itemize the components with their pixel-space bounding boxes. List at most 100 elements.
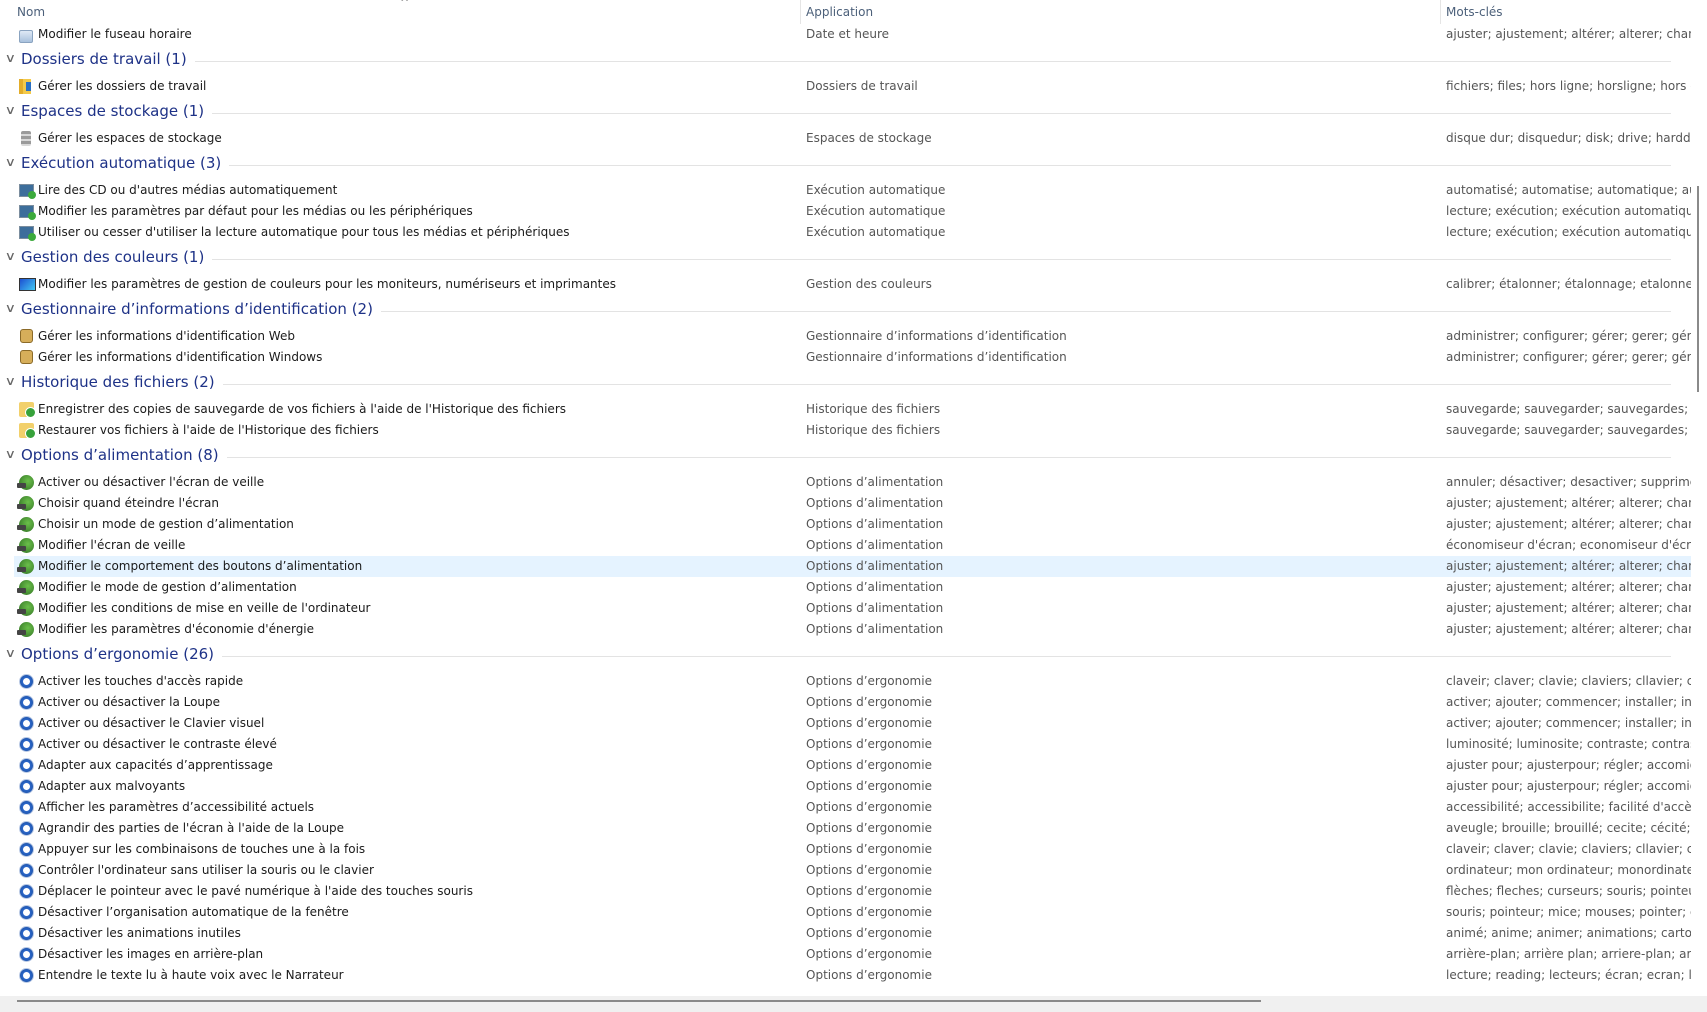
chevron-down-icon[interactable]: ∨ xyxy=(5,447,16,461)
item-keywords: fichiers; files; hors ligne; horsligne; … xyxy=(1446,79,1691,93)
list-item[interactable]: Gérer les informations d'identification … xyxy=(0,347,1691,368)
list-item[interactable]: Gérer les informations d'identification … xyxy=(0,326,1691,347)
list-item[interactable]: Enregistrer des copies de sauvegarde de … xyxy=(0,399,1691,420)
item-name: Restaurer vos fichiers à l'aide de l'His… xyxy=(38,423,379,437)
list-item[interactable]: Appuyer sur les combinaisons de touches … xyxy=(0,839,1691,860)
group-header[interactable]: ∨ Gestion des couleurs (1) xyxy=(0,243,1691,274)
list-item[interactable]: Entendre le texte lu à haute voix avec l… xyxy=(0,965,1691,986)
item-name: Activer ou désactiver le contraste élevé xyxy=(38,737,277,751)
chevron-down-icon[interactable]: ∨ xyxy=(5,374,16,388)
item-keywords: ajuster; ajustement; altérer; alterer; c… xyxy=(1446,496,1691,510)
list-item[interactable]: Adapter aux malvoyants Options d’ergonomi… xyxy=(0,776,1691,797)
list-item[interactable]: Afficher les paramètres d’accessibilité … xyxy=(0,797,1691,818)
item-keywords: arrière-plan; arrière plan; arriere-plan… xyxy=(1446,947,1691,961)
auto-icon xyxy=(19,226,36,241)
list-item[interactable]: Modifier les paramètres par défaut pour … xyxy=(0,201,1691,222)
list-item[interactable]: Agrandir des parties de l'écran à l'aide… xyxy=(0,818,1691,839)
group-header[interactable]: ∨ Gestionnaire d’informations d’identific… xyxy=(0,295,1691,326)
item-keywords: ajuster; ajustement; altérer; alterer; c… xyxy=(1446,580,1691,594)
list-item[interactable]: Choisir un mode de gestion d’alimentatio… xyxy=(0,514,1691,535)
list-item[interactable]: Désactiver les animations inutiles Option… xyxy=(0,923,1691,944)
item-application: Options d’alimentation xyxy=(806,559,944,573)
list-item[interactable]: Désactiver l’organisation automatique de… xyxy=(0,902,1691,923)
item-application: Options d’ergonomie xyxy=(806,947,932,961)
power-icon xyxy=(17,496,34,511)
item-name: Modifier le comportement des boutons d’a… xyxy=(38,559,363,573)
group-header[interactable]: ∨ Exécution automatique (3) xyxy=(0,149,1691,180)
chevron-down-icon[interactable]: ∨ xyxy=(5,51,16,65)
item-keywords: luminosité; luminosite; contraste; contr… xyxy=(1446,737,1691,751)
list-item[interactable]: Activer les touches d'accès rapide Option… xyxy=(0,671,1691,692)
item-keywords: administrer; configurer; gérer; gerer; g… xyxy=(1446,350,1691,364)
item-application: Historique des fichiers xyxy=(806,402,941,416)
item-application: Options d’ergonomie xyxy=(806,863,932,877)
list-item[interactable]: Utiliser ou cesser d'utiliser la lecture… xyxy=(0,222,1691,243)
list-item[interactable]: Modifier l'écran de veille Options d’alim… xyxy=(0,535,1691,556)
list-item[interactable]: Restaurer vos fichiers à l'aide de l'His… xyxy=(0,420,1691,441)
group-divider xyxy=(21,165,1671,166)
group-header[interactable]: ∨ Historique des fichiers (2) xyxy=(0,368,1691,399)
item-name: Gérer les dossiers de travail xyxy=(38,79,207,93)
column-header-application[interactable]: Application xyxy=(806,5,873,19)
group-title: Gestionnaire d’informations d’identifica… xyxy=(21,300,381,318)
list-item[interactable]: Adapter aux capacités d’apprentissage Opt… xyxy=(0,755,1691,776)
item-keywords: ajuster; ajustement; altérer; alterer; c… xyxy=(1446,559,1691,573)
list-item[interactable]: Modifier le fuseau horaire Date et heure a… xyxy=(0,24,1691,45)
column-divider[interactable] xyxy=(800,0,801,24)
list-item[interactable]: Activer ou désactiver le contraste élevé… xyxy=(0,734,1691,755)
item-application: Exécution automatique xyxy=(806,204,946,218)
column-header-name[interactable]: Nom xyxy=(17,5,45,19)
list-item[interactable]: Contrôler l'ordinateur sans utiliser la … xyxy=(0,860,1691,881)
horizontal-scrollbar[interactable] xyxy=(0,996,1707,1012)
item-application: Options d’ergonomie xyxy=(806,758,932,772)
list-item[interactable]: Activer ou désactiver le Clavier visuel O… xyxy=(0,713,1691,734)
chevron-down-icon[interactable]: ∨ xyxy=(5,103,16,117)
list-item[interactable]: Activer ou désactiver l'écran de veille O… xyxy=(0,472,1691,493)
power-icon xyxy=(17,580,34,595)
list-item[interactable]: Choisir quand éteindre l'écran Options d’… xyxy=(0,493,1691,514)
vertical-scrollbar-thumb[interactable] xyxy=(1697,186,1699,392)
list-item[interactable]: Modifier les conditions de mise en veill… xyxy=(0,598,1691,619)
disk-icon xyxy=(21,131,31,146)
list-item[interactable]: Modifier le mode de gestion d’alimentati… xyxy=(0,577,1691,598)
ease-icon xyxy=(19,863,34,878)
item-application: Options d’ergonomie xyxy=(806,800,932,814)
item-name: Entendre le texte lu à haute voix avec l… xyxy=(38,968,344,982)
item-name: Modifier le fuseau horaire xyxy=(38,27,192,41)
column-header-keywords[interactable]: Mots-clés xyxy=(1446,5,1503,19)
group-divider xyxy=(21,384,1671,385)
horizontal-scrollbar-thumb[interactable] xyxy=(17,1000,1261,1002)
list-item[interactable]: Gérer les espaces de stockage Espaces de … xyxy=(0,128,1691,149)
list-item[interactable]: Activer ou désactiver la Loupe Options d’… xyxy=(0,692,1691,713)
list-item[interactable]: Déplacer le pointeur avec le pavé numéri… xyxy=(0,881,1691,902)
group-title: Espaces de stockage (1) xyxy=(21,102,213,120)
vertical-scrollbar[interactable] xyxy=(1691,0,1707,996)
group-header[interactable]: ∨ Espaces de stockage (1) xyxy=(0,97,1691,128)
item-name: Modifier les paramètres de gestion de co… xyxy=(38,277,616,291)
item-application: Options d’ergonomie xyxy=(806,716,932,730)
group-header[interactable]: ∨ Options d’ergonomie (26) xyxy=(0,640,1691,671)
column-divider[interactable] xyxy=(1440,0,1441,24)
item-keywords: lecture; reading; lecteurs; écran; ecran… xyxy=(1446,968,1691,982)
group-header[interactable]: ∨ Options d’alimentation (8) xyxy=(0,441,1691,472)
item-name: Modifier l'écran de veille xyxy=(38,538,186,552)
power-icon xyxy=(17,475,34,490)
chevron-down-icon[interactable]: ∨ xyxy=(5,301,16,315)
item-application: Options d’alimentation xyxy=(806,622,944,636)
list-item[interactable]: Modifier les paramètres d'économie d'éne… xyxy=(0,619,1691,640)
group-header[interactable]: ∨ Dossiers de travail (1) xyxy=(0,45,1691,76)
chevron-down-icon[interactable]: ∨ xyxy=(5,646,16,660)
list-item[interactable]: Modifier les paramètres de gestion de co… xyxy=(0,274,1691,295)
item-application: Options d’ergonomie xyxy=(806,884,932,898)
item-name: Activer les touches d'accès rapide xyxy=(38,674,244,688)
item-application: Options d’ergonomie xyxy=(806,842,932,856)
list-item[interactable]: Lire des CD ou d'autres médias automatiq… xyxy=(0,180,1691,201)
chevron-down-icon[interactable]: ∨ xyxy=(5,155,16,169)
list-item[interactable]: Modifier le comportement des boutons d’a… xyxy=(14,556,1691,577)
item-application: Options d’ergonomie xyxy=(806,905,932,919)
item-keywords: automatisé; automatise; automatique; aut… xyxy=(1446,183,1691,197)
list-item[interactable]: Gérer les dossiers de travail Dossiers de… xyxy=(0,76,1691,97)
ease-icon xyxy=(19,947,34,962)
chevron-down-icon[interactable]: ∨ xyxy=(5,249,16,263)
list-item[interactable]: Désactiver les images en arrière-plan Opt… xyxy=(0,944,1691,965)
